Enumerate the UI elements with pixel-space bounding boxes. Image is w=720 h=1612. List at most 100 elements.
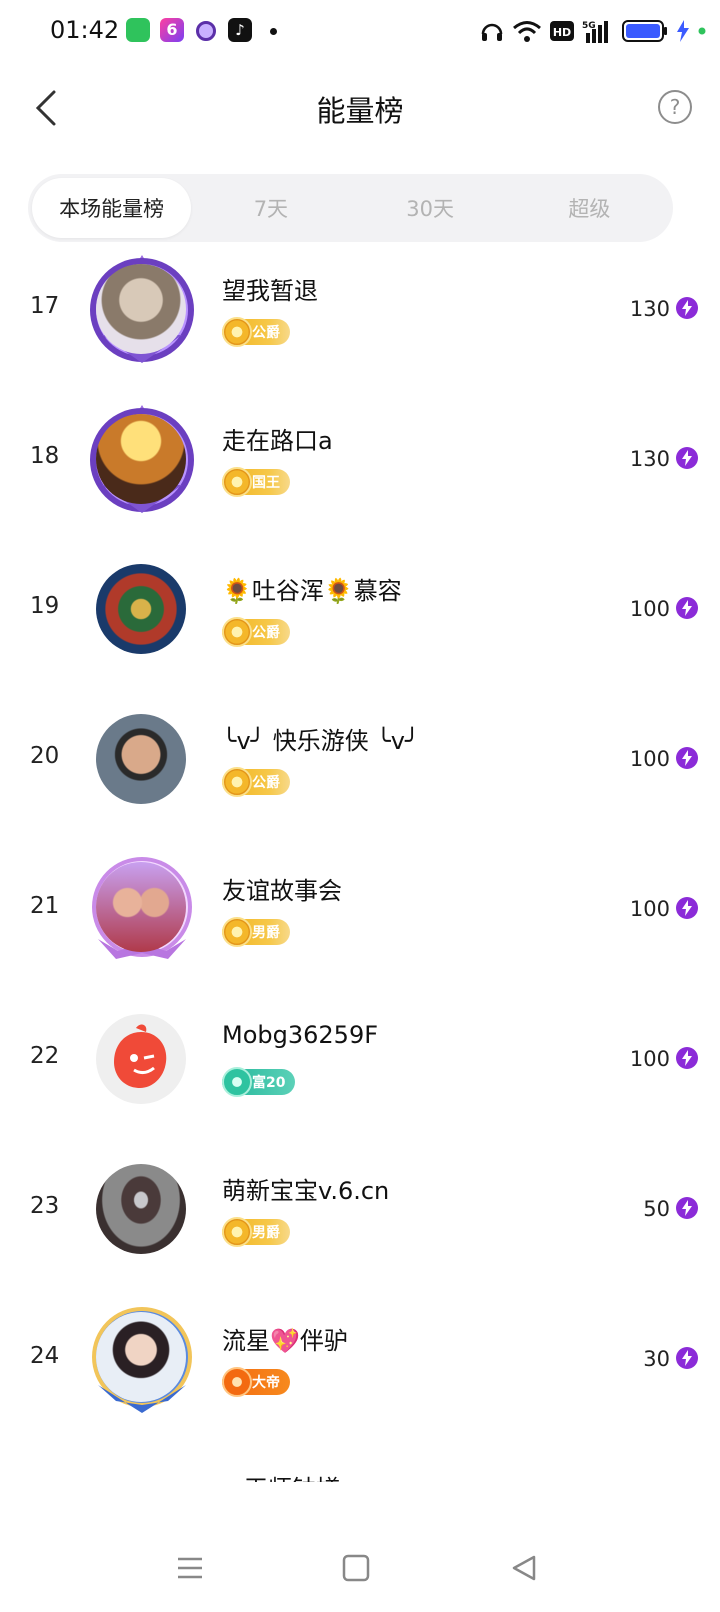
rank-number: 19 xyxy=(30,593,60,619)
rank-number: 23 xyxy=(30,1193,60,1219)
rank-number: 17 xyxy=(30,293,60,319)
badge-diamond-icon xyxy=(222,917,252,947)
svg-text:HD: HD xyxy=(553,26,571,39)
energy-value: 30 xyxy=(643,1347,670,1371)
badge-diamond-icon xyxy=(222,617,252,647)
list-item[interactable]: 王师钟馗 xyxy=(0,1435,720,1482)
back-nav-button[interactable] xyxy=(508,1552,548,1592)
energy-bolt-icon xyxy=(676,747,698,769)
ranking-list: 17 望我暂退 公爵 130 18 走在路口a 国王 130 19 🌻吐谷浑🌻慕… xyxy=(0,235,720,1482)
user-name: 友谊故事会 xyxy=(222,877,342,905)
level-badge: 公爵 xyxy=(222,767,290,797)
header: 能量榜 ? xyxy=(0,64,720,154)
menu-icon xyxy=(178,1557,202,1579)
user-name: ╰v╯ 快乐游侠 ╰v╯ xyxy=(222,727,420,755)
level-badge: 大帝 xyxy=(222,1367,290,1397)
list-item[interactable]: 18 走在路口a 国王 130 xyxy=(0,385,720,535)
page-title: 能量榜 xyxy=(316,94,404,128)
energy-bolt-icon xyxy=(676,1047,698,1069)
status-right-icons: HD 5G xyxy=(480,16,706,46)
help-button[interactable]: ? xyxy=(658,90,692,124)
energy-bolt-icon xyxy=(676,897,698,919)
status-time: 01:42 xyxy=(50,16,120,44)
energy-value: 100 xyxy=(629,747,670,771)
rank-number: 22 xyxy=(30,1043,60,1069)
user-name: 王师钟馗 xyxy=(244,1469,340,1482)
badge-smile-icon xyxy=(222,1367,252,1397)
energy-bolt-icon xyxy=(676,297,698,319)
user-name: 流星💖伴驴 xyxy=(222,1327,348,1355)
rank-number: 20 xyxy=(30,743,60,769)
headphones-icon xyxy=(480,18,504,44)
avatar xyxy=(88,255,196,365)
app-purple-icon xyxy=(196,21,216,41)
energy-bolt-icon xyxy=(676,1197,698,1219)
app-green-icon xyxy=(126,18,150,42)
5g-signal-icon: 5G xyxy=(582,18,614,44)
energy-bolt-icon xyxy=(676,597,698,619)
back-triangle-icon xyxy=(512,1555,536,1581)
level-badge: 男爵 xyxy=(222,1217,290,1247)
energy-value: 100 xyxy=(629,897,670,921)
list-item[interactable]: 20 ╰v╯ 快乐游侠 ╰v╯ 公爵 100 xyxy=(0,685,720,835)
wifi-icon xyxy=(512,18,542,44)
avatar xyxy=(88,405,196,515)
user-name: Mobg36259F xyxy=(222,1021,379,1049)
energy-bolt-icon xyxy=(676,447,698,469)
avatar xyxy=(88,1005,196,1115)
rank-number: 18 xyxy=(30,443,60,469)
tiktok-icon: ♪ xyxy=(228,18,252,42)
tab-7-days[interactable]: 7天 xyxy=(191,178,350,238)
energy-value: 50 xyxy=(643,1197,670,1221)
list-item[interactable]: 17 望我暂退 公爵 130 xyxy=(0,235,720,385)
avatar xyxy=(88,1305,196,1415)
status-bar: 01:42 6 ♪ HD 5G xyxy=(0,0,720,64)
user-name: 🌻吐谷浑🌻慕容 xyxy=(222,577,402,605)
home-icon xyxy=(342,1554,370,1582)
level-badge: 男爵 xyxy=(222,917,290,947)
level-badge: 公爵 xyxy=(222,317,290,347)
level-badge: 富20 xyxy=(222,1067,296,1097)
user-name: 望我暂退 xyxy=(222,277,318,305)
energy-value: 130 xyxy=(629,297,670,321)
menu-button[interactable] xyxy=(174,1552,214,1592)
status-more-dot xyxy=(270,28,277,35)
tab-30-days[interactable]: 30天 xyxy=(351,178,510,238)
hd-icon: HD xyxy=(550,18,574,44)
home-button[interactable] xyxy=(340,1552,380,1592)
list-item[interactable]: 23 萌新宝宝v.6.cn 男爵 50 xyxy=(0,1135,720,1285)
tab-current-session[interactable]: 本场能量榜 xyxy=(32,178,192,238)
badge-diamond-icon xyxy=(222,467,252,497)
system-nav-bar xyxy=(0,1522,720,1612)
list-item[interactable]: 19 🌻吐谷浑🌻慕容 公爵 100 xyxy=(0,535,720,685)
avatar xyxy=(88,1455,196,1482)
avatar xyxy=(88,1155,196,1265)
avatar xyxy=(88,705,196,815)
badge-diamond-icon xyxy=(222,317,252,347)
ranking-tabs: 本场能量榜 7天 30天 超级 xyxy=(28,174,673,242)
badge-diamond-icon xyxy=(222,1217,252,1247)
battery-icon xyxy=(622,18,668,44)
avatar xyxy=(88,555,196,665)
app-pink-6-icon: 6 xyxy=(160,18,184,42)
badge-triangle-icon xyxy=(222,1067,252,1097)
question-icon: ? xyxy=(669,95,681,119)
list-item[interactable]: 24 流星💖伴驴 大帝 30 xyxy=(0,1285,720,1435)
list-item[interactable]: 21 友谊故事会 男爵 100 xyxy=(0,835,720,985)
charging-icon xyxy=(676,18,690,44)
energy-value: 100 xyxy=(629,597,670,621)
level-badge: 国王 xyxy=(222,467,290,497)
avatar xyxy=(88,855,196,965)
user-name: 走在路口a xyxy=(222,427,333,455)
energy-bolt-icon xyxy=(676,1347,698,1369)
tab-super[interactable]: 超级 xyxy=(510,178,669,238)
energy-value: 100 xyxy=(629,1047,670,1071)
rank-number: 21 xyxy=(30,893,60,919)
green-dot-icon xyxy=(698,18,706,44)
list-item[interactable]: 22 Mobg36259F 富20 100 xyxy=(0,985,720,1135)
level-badge: 公爵 xyxy=(222,617,290,647)
badge-diamond-icon xyxy=(222,767,252,797)
energy-value: 130 xyxy=(629,447,670,471)
rank-number: 24 xyxy=(30,1343,60,1369)
user-name: 萌新宝宝v.6.cn xyxy=(222,1177,390,1205)
